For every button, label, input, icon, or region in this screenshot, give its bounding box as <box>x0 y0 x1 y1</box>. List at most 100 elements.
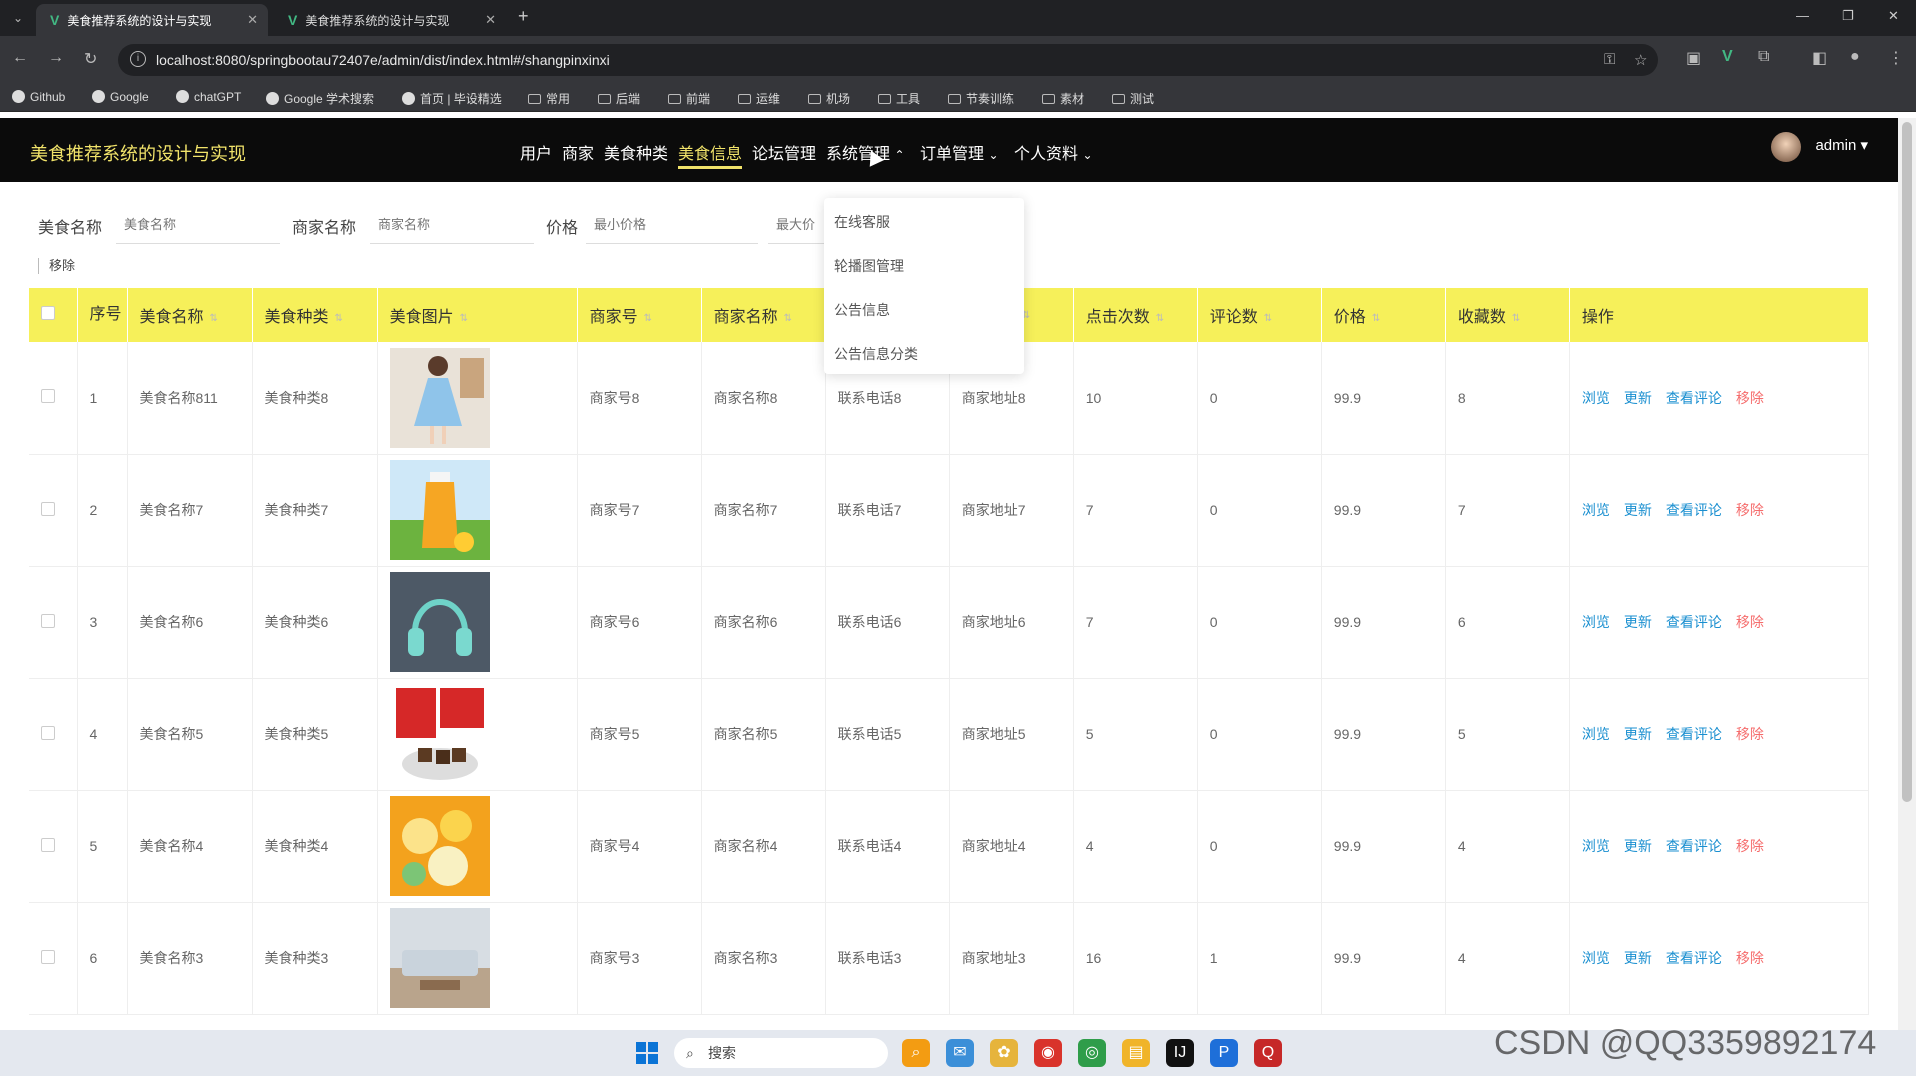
cell-food-image[interactable] <box>377 342 578 455</box>
bookmark-folder-sucai[interactable]: 素材 <box>1042 90 1084 107</box>
min-price-input[interactable] <box>586 206 758 244</box>
bookmark-folder-houduan[interactable]: 后端 <box>598 90 640 107</box>
update-button[interactable]: 更新 <box>1624 726 1652 742</box>
forward-icon[interactable]: → <box>48 49 64 67</box>
view-comments-button[interactable]: 查看评论 <box>1666 950 1722 966</box>
new-tab-icon[interactable]: + <box>518 6 529 27</box>
scrollbar-thumb[interactable] <box>1902 122 1912 802</box>
update-button[interactable]: 更新 <box>1624 614 1652 630</box>
address-bar[interactable]: i localhost:8080/springbootau72407e/admi… <box>118 44 1658 76</box>
row-checkbox[interactable] <box>29 342 78 455</box>
taskbar-qq-icon[interactable]: Q <box>1254 1039 1282 1067</box>
cell-food-image[interactable] <box>377 454 578 567</box>
bookmark-github[interactable]: Github <box>12 90 65 104</box>
max-price-input[interactable] <box>768 206 828 244</box>
view-button[interactable]: 浏览 <box>1582 726 1610 742</box>
cell-food-image[interactable] <box>377 790 578 903</box>
food-thumbnail[interactable] <box>389 572 577 672</box>
menu-notice[interactable]: 公告信息 <box>834 300 890 320</box>
bookmark-scholar[interactable]: Google 学术搜索 <box>266 90 374 107</box>
menu-online-service[interactable]: 在线客服 <box>834 212 890 232</box>
back-icon[interactable]: ← <box>12 49 28 67</box>
menu-carousel[interactable]: 轮播图管理 <box>834 256 904 276</box>
view-button[interactable]: 浏览 <box>1582 390 1610 406</box>
minimize-icon[interactable]: — <box>1796 8 1809 23</box>
bookmark-folder-yunwei[interactable]: 运维 <box>738 90 780 107</box>
nav-merchants[interactable]: 商家 <box>562 140 594 164</box>
view-button[interactable]: 浏览 <box>1582 502 1610 518</box>
close-tab-icon[interactable]: ✕ <box>485 4 496 36</box>
view-comments-button[interactable]: 查看评论 <box>1666 390 1722 406</box>
row-checkbox[interactable] <box>29 454 78 567</box>
bookmark-folder-ceshi[interactable]: 测试 <box>1112 90 1154 107</box>
view-comments-button[interactable]: 查看评论 <box>1666 726 1722 742</box>
close-window-icon[interactable]: ✕ <box>1888 8 1899 24</box>
close-tab-icon[interactable]: ✕ <box>247 4 258 36</box>
col-food-type[interactable]: 美食种类 ⇅ <box>252 288 378 342</box>
bookmark-google[interactable]: Google <box>92 90 149 104</box>
col-shop-no[interactable]: 商家号 ⇅ <box>577 288 702 342</box>
browser-tab-1[interactable]: V 美食推荐系统的设计与实现 ✕ <box>36 4 268 36</box>
remove-button[interactable]: 移除 <box>1736 502 1764 518</box>
view-button[interactable]: 浏览 <box>1582 950 1610 966</box>
bookmark-folder-changyong[interactable]: 常用 <box>528 90 570 107</box>
cell-food-image[interactable] <box>377 902 578 1015</box>
row-checkbox[interactable] <box>29 678 78 791</box>
remove-button[interactable]: 移除 <box>1736 838 1764 854</box>
restore-icon[interactable]: ❐ <box>1842 8 1854 24</box>
remove-button[interactable]: 移除 <box>1736 390 1764 406</box>
remove-button[interactable]: 移除 <box>1736 614 1764 630</box>
taskbar-idea-icon[interactable]: IJ <box>1166 1039 1194 1067</box>
taskbar-app-search-icon[interactable]: ⌕ <box>902 1039 930 1067</box>
taskbar-app-paw-icon[interactable]: ✿ <box>990 1039 1018 1067</box>
bookmark-star-icon[interactable]: ☆ <box>1634 51 1647 69</box>
view-button[interactable]: 浏览 <box>1582 614 1610 630</box>
col-shop-name[interactable]: 商家名称 ⇅ <box>701 288 826 342</box>
bookmark-folder-jiezou[interactable]: 节奏训练 <box>948 90 1014 107</box>
taskbar-p-app-icon[interactable]: P <box>1210 1039 1238 1067</box>
menu-notice-category[interactable]: 公告信息分类 <box>834 344 918 364</box>
select-all-checkbox[interactable] <box>29 288 78 342</box>
bookmark-folder-gongju[interactable]: 工具 <box>878 90 920 107</box>
reload-icon[interactable]: ↻ <box>84 49 97 69</box>
taskbar-folder-icon[interactable]: ▤ <box>1122 1039 1150 1067</box>
extension-icon[interactable]: ▣ <box>1686 48 1701 68</box>
nav-users[interactable]: 用户 <box>520 140 552 164</box>
view-comments-button[interactable]: 查看评论 <box>1666 614 1722 630</box>
nav-food-info[interactable]: 美食信息 <box>678 140 743 169</box>
col-food-image[interactable]: 美食图片 ⇅ <box>377 288 578 342</box>
food-thumbnail[interactable] <box>389 347 577 448</box>
update-button[interactable]: 更新 <box>1624 390 1652 406</box>
row-checkbox[interactable] <box>29 902 78 1015</box>
remove-button[interactable]: 移除 <box>1736 950 1764 966</box>
row-checkbox[interactable] <box>29 790 78 903</box>
view-comments-button[interactable]: 查看评论 <box>1666 838 1722 854</box>
tab-search-icon[interactable]: ⌄ <box>6 7 30 29</box>
food-thumbnail[interactable] <box>389 796 577 896</box>
nav-forum[interactable]: 论坛管理 <box>752 140 816 164</box>
page-scrollbar[interactable] <box>1898 118 1916 1030</box>
browser-tab-2[interactable]: V 美食推荐系统的设计与实现 ✕ <box>274 4 506 36</box>
site-info-icon[interactable]: i <box>130 51 146 67</box>
col-food-name[interactable]: 美食名称 ⇅ <box>127 288 253 342</box>
cell-food-image[interactable] <box>377 678 578 791</box>
update-button[interactable]: 更新 <box>1624 838 1652 854</box>
food-name-input[interactable] <box>116 206 280 244</box>
extensions-puzzle-icon[interactable]: ⧉ <box>1758 48 1769 66</box>
bookmark-folder-jichang[interactable]: 机场 <box>808 90 850 107</box>
cell-food-image[interactable] <box>377 566 578 679</box>
shop-name-input[interactable] <box>370 206 534 244</box>
view-comments-button[interactable]: 查看评论 <box>1666 502 1722 518</box>
bookmark-chatgpt[interactable]: chatGPT <box>176 90 241 104</box>
side-panel-icon[interactable]: ◧ <box>1812 48 1827 68</box>
view-button[interactable]: 浏览 <box>1582 838 1610 854</box>
nav-profile[interactable]: 个人资料 ⌄ <box>1014 140 1093 164</box>
taskbar-app-red-icon[interactable]: ◉ <box>1034 1039 1062 1067</box>
batch-remove-button[interactable]: 移除 <box>38 258 75 274</box>
vue-devtools-icon[interactable]: V <box>1722 48 1733 66</box>
col-comments[interactable]: 评论数 ⇅ <box>1197 288 1322 342</box>
food-thumbnail[interactable] <box>389 908 577 1008</box>
url-text[interactable]: localhost:8080/springbootau72407e/admin/… <box>156 52 610 68</box>
nav-food-types[interactable]: 美食种类 <box>604 140 668 164</box>
remove-button[interactable]: 移除 <box>1736 726 1764 742</box>
